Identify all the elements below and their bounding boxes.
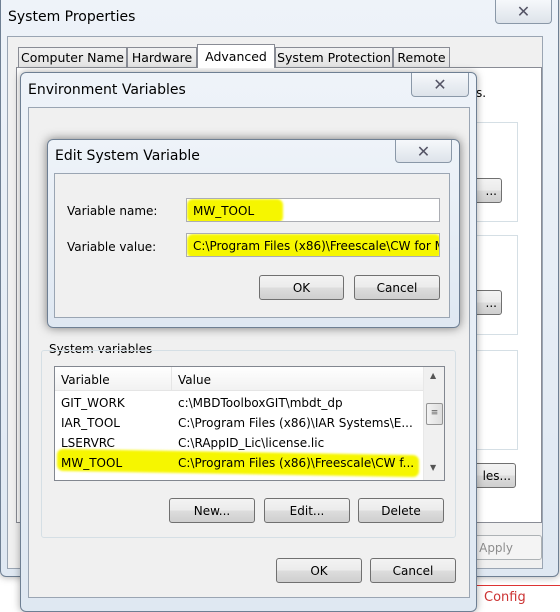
scrollbar-thumb[interactable]: ≡	[426, 403, 443, 425]
column-header-value[interactable]: Value	[178, 373, 211, 387]
edit-cancel-button[interactable]: Cancel	[354, 275, 440, 300]
scroll-down-icon[interactable]: ▼	[430, 463, 436, 472]
system-variables-list[interactable]: Variable Value GIT_WORK c:\MBDToolboxGIT\…	[54, 366, 445, 481]
admin-note-text: s.	[476, 86, 487, 100]
tab-advanced[interactable]: Advanced	[197, 44, 275, 68]
new-button[interactable]: New...	[169, 498, 255, 523]
column-divider	[171, 367, 172, 391]
group-box	[470, 350, 518, 450]
edit-ok-button[interactable]: OK	[259, 275, 344, 300]
delete-button[interactable]: Delete	[358, 498, 444, 523]
variable-value-label: Variable value:	[67, 240, 157, 254]
tab-hardware[interactable]: Hardware	[127, 47, 197, 67]
scroll-up-icon[interactable]: ▲	[430, 371, 436, 380]
group-box	[470, 235, 518, 335]
list-scrollbar[interactable]: ▲ ≡ ▼	[423, 367, 444, 480]
group-box	[470, 122, 518, 222]
list-item[interactable]: GIT_WORK c:\MBDToolboxGIT\mbdt_dp	[55, 393, 423, 413]
tab-system-protection[interactable]: System Protection	[275, 47, 393, 67]
environment-variables-title: Environment Variables	[28, 82, 186, 98]
variable-name-label: Variable name:	[67, 204, 158, 218]
edit-system-variable-title: Edit System Variable	[55, 148, 200, 164]
close-icon: ✕	[516, 2, 531, 21]
list-item-selected[interactable]: MW_TOOL C:\Program Files (x86)\Freescale\…	[55, 453, 423, 473]
variable-value-input[interactable]: C:\Program Files (x86)\Freescale\CW for …	[186, 233, 440, 257]
list-item[interactable]: IAR_TOOL C:\Program Files (x86)\IAR Syste…	[55, 413, 423, 433]
env-cancel-button[interactable]: Cancel	[370, 558, 456, 583]
tab-remote[interactable]: Remote	[393, 47, 450, 67]
edit-variable-close-button[interactable]: ✕	[395, 140, 452, 163]
edit-button[interactable]: Edit...	[264, 498, 350, 523]
tab-computer-name[interactable]: Computer Name	[18, 47, 127, 67]
close-icon: ✕	[433, 75, 447, 94]
env-ok-button[interactable]: OK	[276, 558, 362, 583]
list-header: Variable Value	[55, 367, 423, 391]
system-properties-title: System Properties	[8, 9, 136, 25]
column-header-variable[interactable]: Variable	[61, 373, 110, 387]
background-config-text: Config	[484, 590, 526, 605]
environment-variables-close-button[interactable]: ✕	[411, 73, 469, 97]
variable-name-input[interactable]: MW_TOOL	[186, 198, 440, 222]
close-icon: ✕	[416, 141, 431, 161]
system-properties-close-button[interactable]: ✕	[495, 0, 552, 24]
